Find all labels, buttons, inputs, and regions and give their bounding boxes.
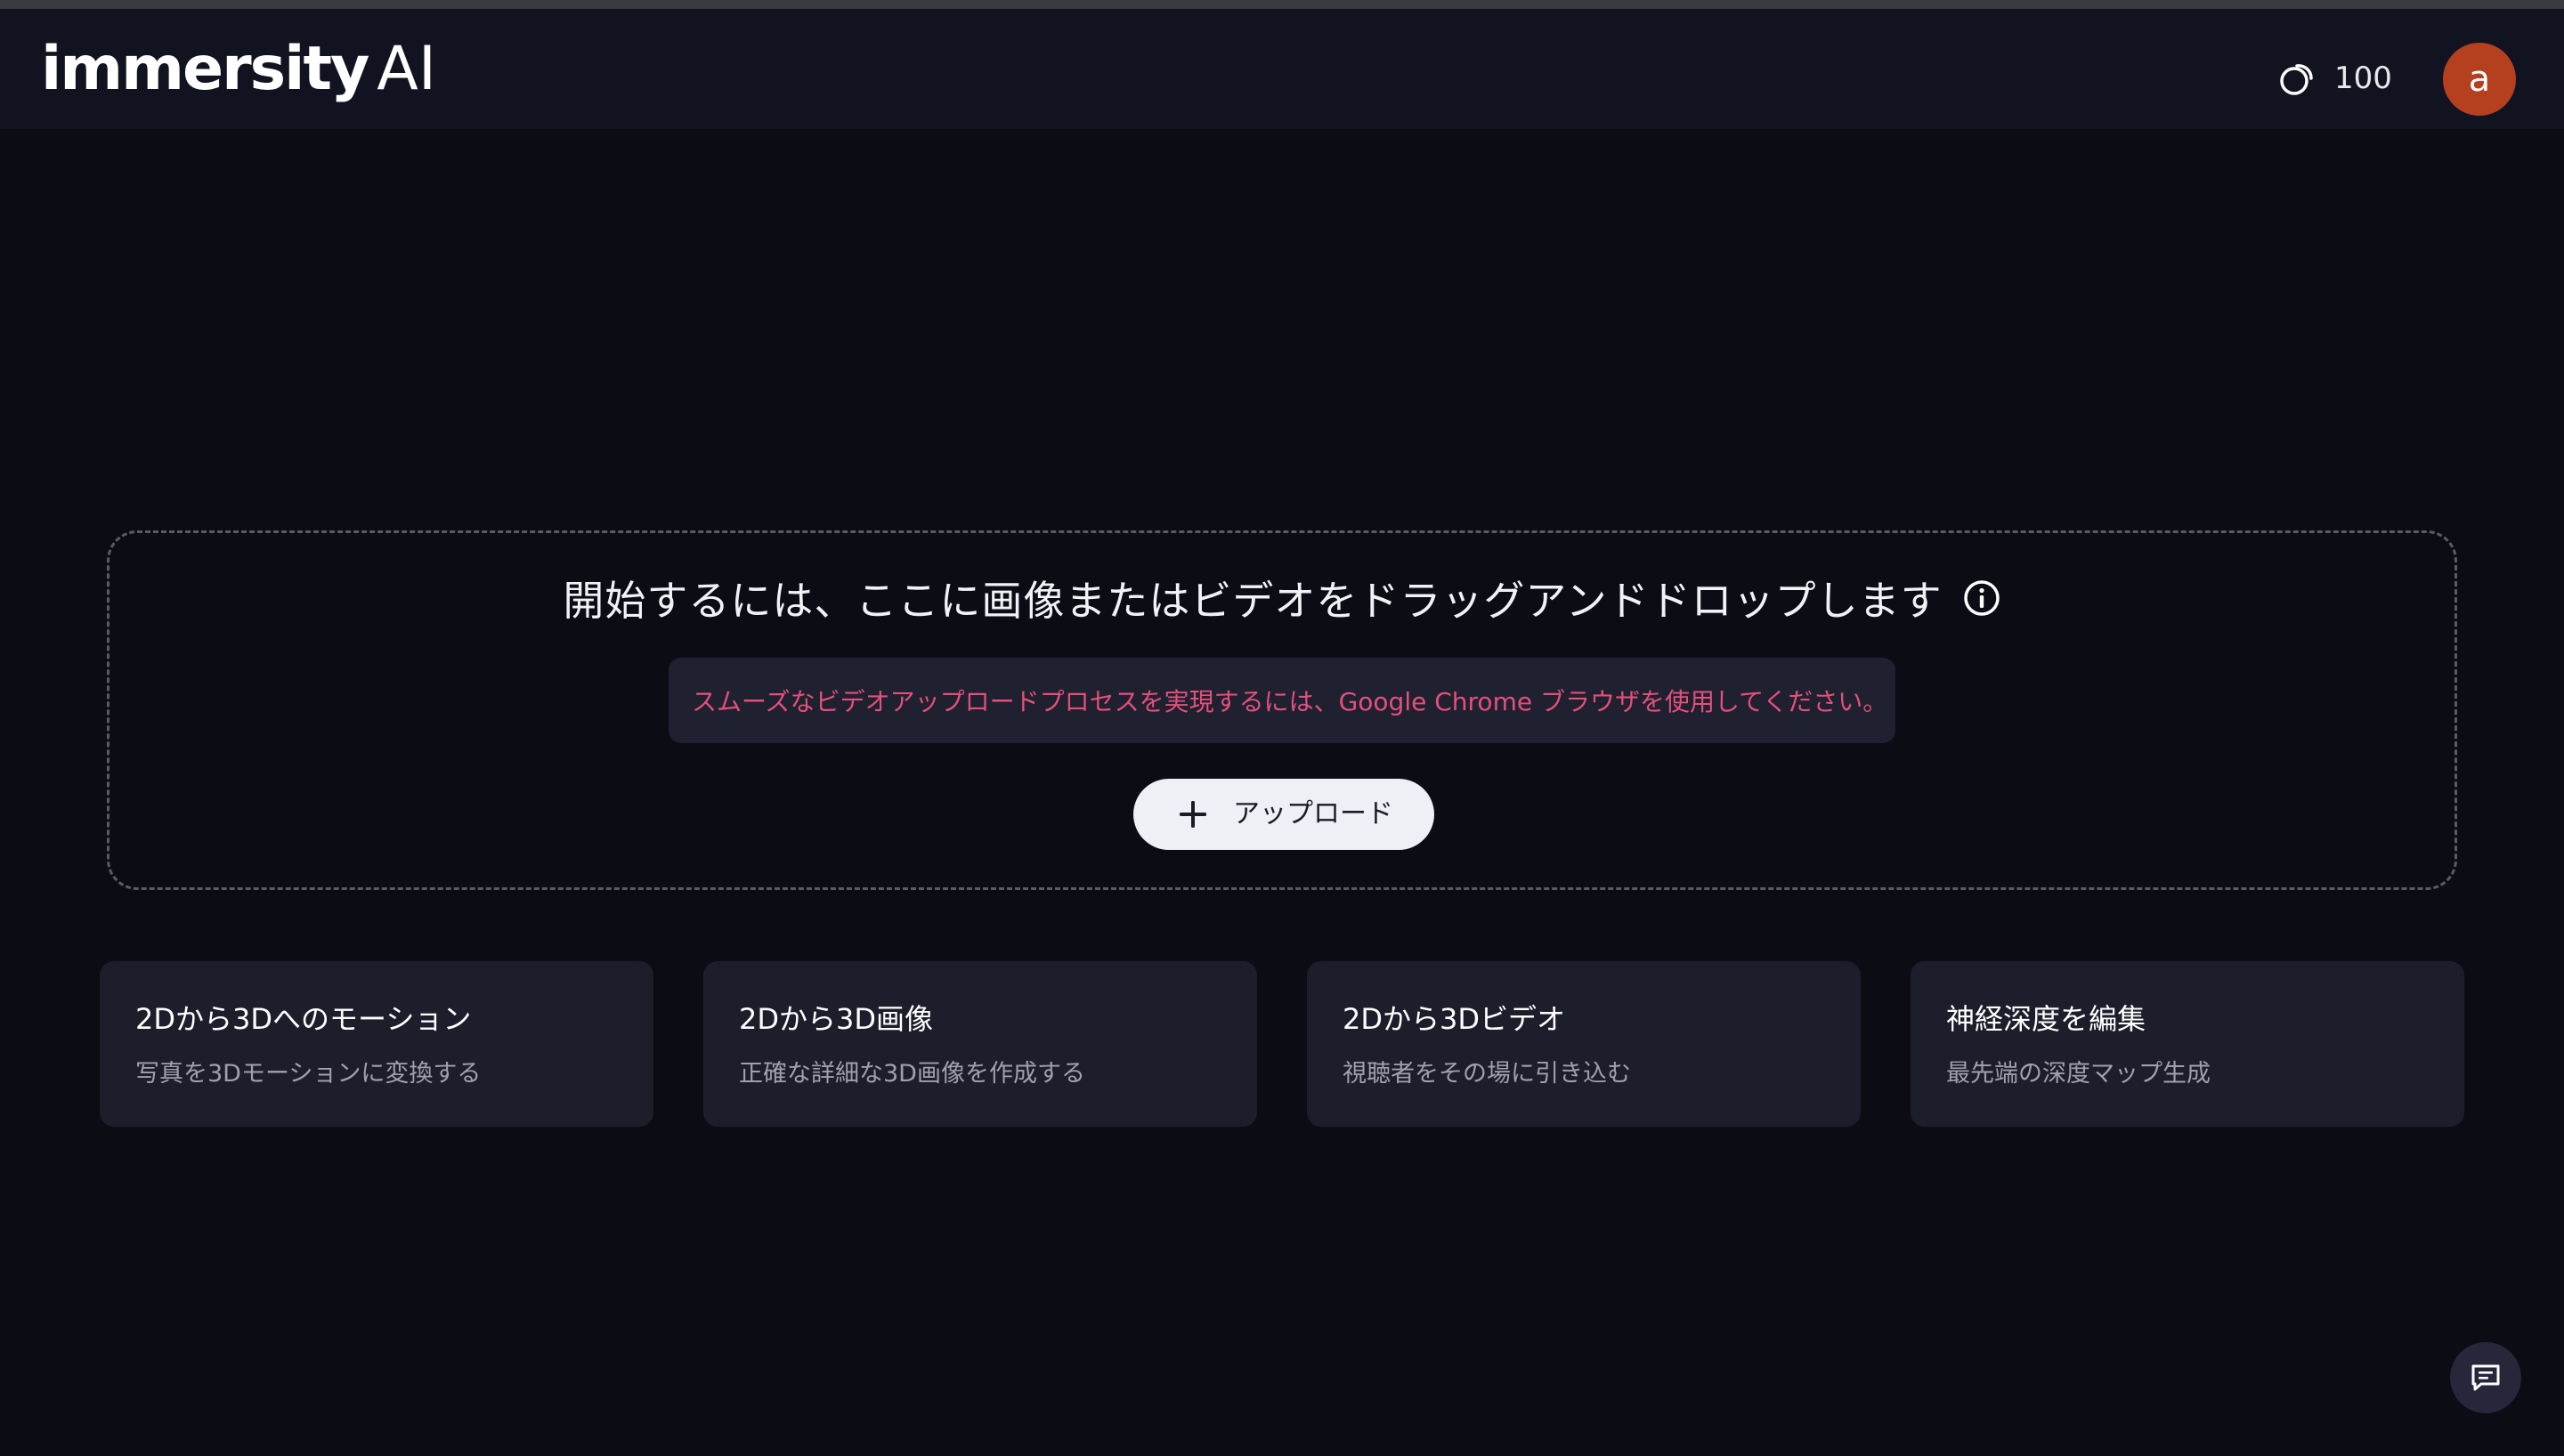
- browser-notice: スムーズなビデオアップロードプロセスを実現するには、Google Chrome …: [669, 658, 1895, 743]
- card-subtitle: 写真を3Dモーションに変換する: [135, 1060, 482, 1088]
- card-edit-neural-depth[interactable]: 神経深度を編集 最先端の深度マップ生成: [1911, 961, 2464, 1127]
- info-icon[interactable]: [1962, 578, 2001, 618]
- card-2d-to-3d-video[interactable]: 2Dから3Dビデオ 視聴者をその場に引き込む: [1307, 961, 1861, 1127]
- dropzone-heading: 開始するには、ここに画像またはビデオをドラッグアンドドロップします: [110, 569, 2454, 627]
- upload-dropzone[interactable]: 開始するには、ここに画像またはビデオをドラッグアンドドロップします スムーズなビ…: [107, 530, 2457, 890]
- card-title: 2Dから3D画像: [739, 1002, 934, 1036]
- credits-count: 100: [2334, 61, 2392, 96]
- dropzone-title: 開始するには、ここに画像またはビデオをドラッグアンドドロップします: [563, 577, 1943, 625]
- feature-cards: 2Dから3Dへのモーション 写真を3Dモーションに変換する 2Dから3D画像 正…: [100, 961, 2464, 1127]
- app-header: immersity AI 100 a: [0, 9, 2564, 129]
- logo-wordmark: immersity: [41, 34, 369, 104]
- browser-notice-text: スムーズなビデオアップロードプロセスを実現するには、Google Chrome …: [692, 687, 1888, 716]
- chat-button[interactable]: [2450, 1342, 2521, 1413]
- credits-indicator[interactable]: 100: [2279, 53, 2392, 103]
- logo-ai-text: AI: [377, 34, 436, 104]
- upload-button-label: アップロード: [1233, 798, 1393, 829]
- coins-icon: [2279, 59, 2318, 98]
- window-top-strip: [0, 0, 2564, 9]
- card-subtitle: 正確な詳細な3D画像を作成する: [739, 1060, 1085, 1088]
- plus-icon: [1178, 799, 1208, 829]
- chat-icon: [2469, 1361, 2503, 1395]
- card-2d-to-3d-image[interactable]: 2Dから3D画像 正確な詳細な3D画像を作成する: [703, 961, 1257, 1127]
- card-subtitle: 視聴者をその場に引き込む: [1343, 1060, 1631, 1088]
- card-subtitle: 最先端の深度マップ生成: [1946, 1060, 2211, 1088]
- card-2d-to-3d-motion[interactable]: 2Dから3Dへのモーション 写真を3Dモーションに変換する: [100, 961, 653, 1127]
- card-title: 神経深度を編集: [1946, 1002, 2146, 1036]
- card-title: 2Dから3Dビデオ: [1343, 1002, 1566, 1036]
- upload-button[interactable]: アップロード: [1133, 779, 1434, 850]
- immersity-logo[interactable]: immersity AI: [41, 34, 436, 105]
- card-title: 2Dから3Dへのモーション: [135, 1002, 472, 1036]
- user-avatar[interactable]: a: [2443, 43, 2516, 116]
